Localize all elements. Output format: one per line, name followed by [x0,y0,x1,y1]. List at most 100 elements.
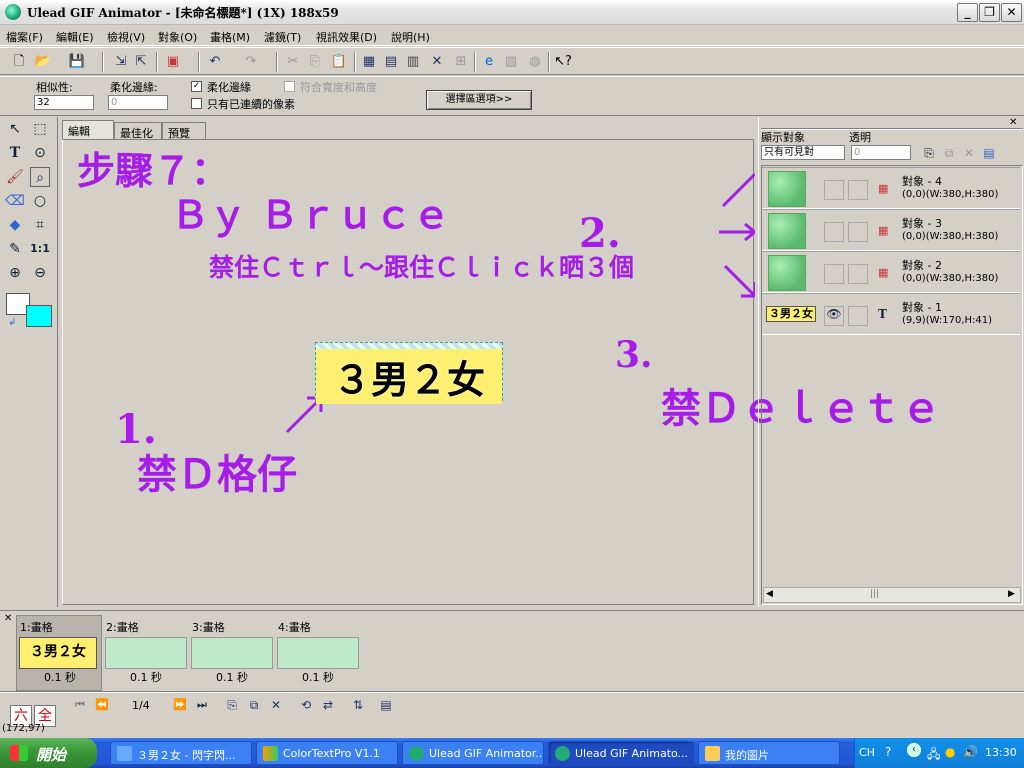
lasso-tool-icon[interactable]: ○ [30,191,50,211]
menu-view[interactable]: 檢視(V) [107,29,145,45]
selection-options-button[interactable]: 選擇區選項>> [426,90,532,110]
menu-frame[interactable]: 畫格(M) [210,29,250,45]
frame-panel-close-icon[interactable]: ✕ [4,613,12,624]
delete-object-icon[interactable]: ✕ [959,143,979,163]
task-button-active[interactable]: Ulead GIF Animato... [548,741,694,765]
new-icon[interactable]: 🗋 [10,53,28,71]
frame-delay[interactable]: 0.1 秒 [130,669,162,685]
start-button[interactable]: 開始 [0,738,97,768]
object-row[interactable]: ▦ 對象 - 4 (0,0)(W:380,H:380) [762,167,1020,209]
copy-object-icon[interactable]: ⧉ [939,143,959,163]
swap-colors-icon[interactable]: ↲ [8,317,16,328]
zoom-in-icon[interactable]: ⊕ [5,263,25,283]
language-indicator[interactable]: CH [859,746,875,759]
frame-delay[interactable]: 0.1 秒 [44,669,76,685]
tween-icon[interactable]: ⊞ [452,53,470,71]
fill-tool-icon[interactable]: ◆ [5,215,25,235]
first-frame-icon[interactable]: ⏮ [70,695,90,715]
contiguous-checkbox[interactable] [191,98,202,109]
canvas-area[interactable]: 步驟７： Ｂｙ Ｂｒｕｃｅ 禁住Ｃｔｒｌ～跟住Ｃｌｉｃｋ晒３個 2. 3. 禁Ｄ… [62,139,941,605]
duplicate-frame-icon[interactable]: ⧉ [244,695,264,715]
menu-object[interactable]: 對象(O) [158,29,197,45]
frame-props-icon[interactable]: ▥ [404,53,422,71]
new-object-icon[interactable]: ⎘ [919,143,939,163]
last-frame-icon[interactable]: ⏭ [192,695,212,715]
tray-help-icon[interactable]: ? [885,745,891,759]
visibility-toggle[interactable] [824,264,844,284]
frame-delay[interactable]: 0.1 秒 [216,669,248,685]
frame-props-icon[interactable]: ▤ [376,695,396,715]
menu-video-effect[interactable]: 視訊效果(D) [316,29,377,45]
antialias-checkbox[interactable]: ✓ [191,81,202,92]
task-button[interactable]: ３男２女 - 閃字閃... [110,741,252,765]
visibility-toggle[interactable] [824,180,844,200]
delete-frame-icon[interactable]: ✕ [428,53,446,71]
browser-preview-icon[interactable]: e [480,53,498,71]
copy-icon[interactable]: ⎘ [306,53,324,71]
eye-icon[interactable]: 👁 [824,306,844,326]
optimize-icon[interactable]: ▧ [502,53,520,71]
frame-thumbnail[interactable] [191,637,273,669]
paste-icon[interactable]: 📋 [330,53,348,71]
menu-edit[interactable]: 編輯(E) [56,29,94,45]
redo-icon[interactable]: ↷ [242,53,260,71]
task-button[interactable]: 我的圖片 [698,741,840,765]
tween-icon[interactable]: ⟲ [296,695,316,715]
marquee-tool-icon[interactable]: ⬚ [30,119,50,139]
add-frame-icon[interactable]: ▦ [360,53,378,71]
feather-input[interactable]: 0 [108,95,168,110]
next-frame-icon[interactable]: ⏩ [170,695,190,715]
lock-toggle[interactable] [848,180,868,200]
close-button[interactable]: ✕ [1001,3,1022,22]
horizontal-scrollbar[interactable]: ◀ ||| ▶ [763,587,1021,603]
task-button[interactable]: Ulead GIF Animator... [402,741,544,765]
zoom-out-icon[interactable]: ⊖ [30,263,50,283]
reverse-icon[interactable]: ⇅ [348,695,368,715]
visibility-toggle[interactable] [824,222,844,242]
duplicate-frame-icon[interactable]: ▤ [382,53,400,71]
menu-filter[interactable]: 濾鏡(T) [264,29,301,45]
web-icon[interactable]: ◍ [526,53,544,71]
frame-thumbnail[interactable] [105,637,187,669]
volume-icon[interactable]: 🔊 [963,745,978,759]
tray-app-icon[interactable]: ● [945,745,955,759]
delete-frame-icon[interactable]: ✕ [266,695,286,715]
eyedropper-tool-icon[interactable]: ✎ [5,239,25,259]
add-frame-icon[interactable]: ⎘ [222,695,242,715]
object-row[interactable]: ▦ 對象 - 3 (0,0)(W:380,H:380) [762,209,1020,251]
frame-thumbnail[interactable] [277,637,359,669]
help-pointer-icon[interactable]: ↖? [554,53,572,71]
transition-icon[interactable]: ⇄ [318,695,338,715]
eraser-tool-icon[interactable]: ⌫ [5,191,25,211]
object-row[interactable]: ▦ 對象 - 2 (0,0)(W:380,H:380) [762,251,1020,293]
text-tool-icon[interactable]: T [5,143,25,163]
restore-button[interactable]: ❐ [979,3,1000,22]
pick-tool-icon[interactable]: ↖ [5,119,25,139]
clock[interactable]: 13:30 [985,746,1017,759]
magic-wand-tool-icon[interactable]: ⌕ [30,167,50,187]
object-props-icon[interactable]: ▤ [979,143,999,163]
paintbrush-tool-icon[interactable]: 🖌 [5,167,25,187]
transparency-input[interactable]: 0 [851,145,911,160]
import-icon[interactable]: ⇲ [112,53,130,71]
crop-tool-icon[interactable]: ⌗ [30,215,50,235]
undo-icon[interactable]: ↶ [206,53,224,71]
save-icon[interactable]: 💾 [68,53,86,71]
frame-delay[interactable]: 0.1 秒 [302,669,334,685]
lock-toggle[interactable] [848,222,868,242]
actual-size-icon[interactable]: 1:1 [30,239,50,259]
fit-checkbox[interactable] [284,81,295,92]
gif-image[interactable]: ３男２女 [315,342,503,404]
lock-toggle[interactable] [848,264,868,284]
add-image-icon[interactable]: ▣ [164,53,182,71]
menu-help[interactable]: 說明(H) [391,29,430,45]
background-color-swatch[interactable] [26,305,52,327]
cut-icon[interactable]: ✂ [284,53,302,71]
task-button[interactable]: ColorTextPro V1.1 [256,741,398,765]
open-icon[interactable]: 📂 [34,53,52,71]
export-icon[interactable]: ⇱ [132,53,150,71]
frame-thumbnail[interactable]: ３男２女 [19,637,97,669]
menu-file[interactable]: 檔案(F) [6,29,43,45]
lock-toggle[interactable] [848,306,868,326]
minimize-button[interactable]: _ [957,3,978,22]
